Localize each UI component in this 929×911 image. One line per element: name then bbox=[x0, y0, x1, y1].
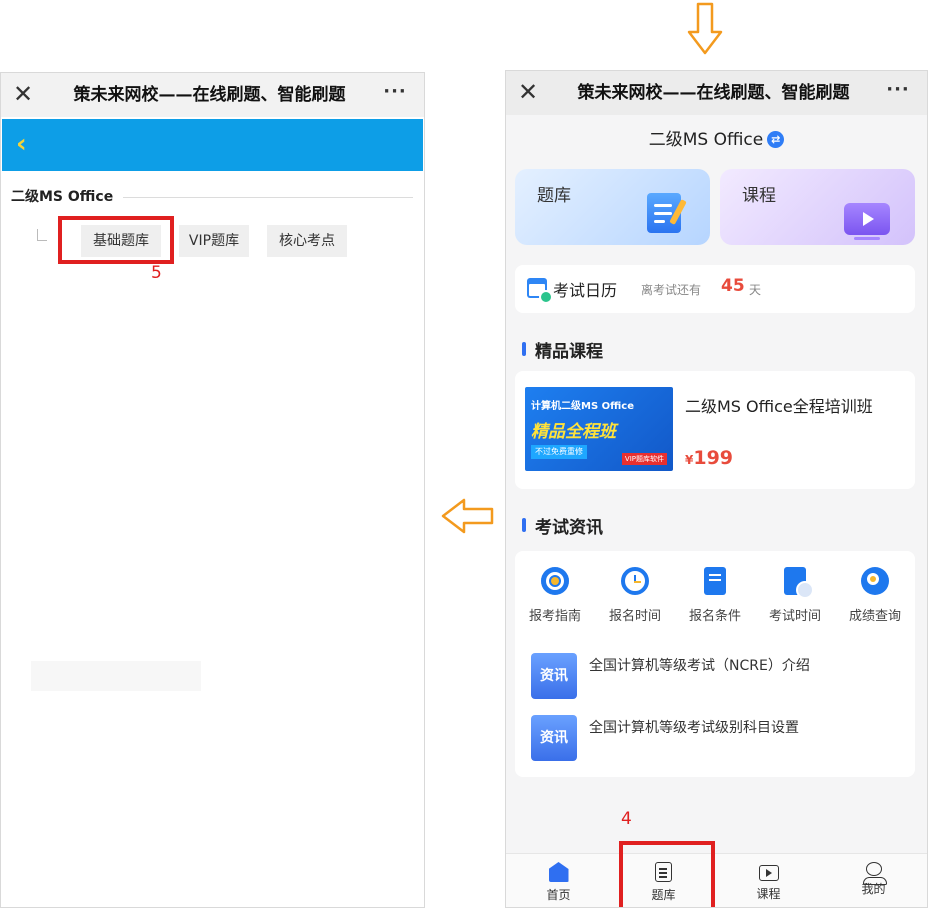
chip-vip-bank[interactable]: VIP题库 bbox=[179, 225, 249, 257]
app-title: 策未来网校——在线刷题、智能刷题 bbox=[577, 83, 850, 103]
thumbnail-tag: VIP题库软件 bbox=[621, 453, 667, 465]
step-number: 5 bbox=[151, 263, 162, 283]
header-bar: ‹ bbox=[2, 119, 423, 171]
tab-label: 首页 bbox=[546, 888, 571, 902]
arrow-down-icon bbox=[687, 2, 723, 55]
question-bank-card-label: 题库 bbox=[537, 186, 571, 206]
search-icon bbox=[861, 567, 889, 595]
quick-link-label: 报考指南 bbox=[528, 609, 581, 624]
quick-link-exam-time[interactable]: 考试时间 bbox=[755, 567, 835, 624]
countdown-days: 45 bbox=[721, 276, 745, 296]
tab-profile[interactable]: 我的 bbox=[821, 854, 926, 907]
news-title: 全国计算机等级考试级别科目设置 bbox=[589, 720, 799, 736]
schedule-icon bbox=[784, 567, 814, 599]
news-item[interactable]: 资讯 全国计算机等级考试级别科目设置 bbox=[531, 715, 901, 763]
featured-courses-title: 精品课程 bbox=[535, 342, 603, 362]
profile-icon bbox=[862, 862, 887, 885]
section-marker bbox=[522, 342, 526, 356]
exam-news-card: 报考指南 报名时间 报名条件 考试时间 成绩查询 资讯 全国计算机等级考试（NC… bbox=[515, 551, 915, 777]
question-bank-card[interactable]: 题库 bbox=[515, 169, 710, 245]
highlight-box bbox=[58, 216, 174, 264]
quick-link-requirements[interactable]: 报名条件 bbox=[675, 567, 755, 624]
tab-label: 课程 bbox=[756, 887, 781, 901]
back-arrow-icon[interactable]: ‹ bbox=[16, 127, 40, 161]
placeholder-block bbox=[31, 661, 201, 691]
right-top-bar: ✕ 策未来网校——在线刷题、智能刷题 ··· bbox=[506, 71, 927, 115]
exam-calendar-title: 考试日历 bbox=[553, 281, 618, 300]
thumbnail-slogan: 精品全程班 bbox=[531, 422, 616, 442]
quick-link-score-query[interactable]: 成绩查询 bbox=[835, 567, 915, 624]
countdown-unit: 天 bbox=[749, 283, 762, 297]
course-item[interactable]: 计算机二级MS Office 精品全程班 不过免费重修 VIP题库软件 二级MS… bbox=[515, 371, 915, 489]
booklet-icon bbox=[704, 567, 726, 595]
tab-course[interactable]: 课程 bbox=[716, 854, 821, 907]
tree-connector bbox=[37, 229, 47, 241]
bottom-tab-bar: 首页 题库 课程 我的 bbox=[506, 853, 927, 907]
quick-link-registration-time[interactable]: 报名时间 bbox=[595, 567, 675, 624]
home-icon bbox=[548, 862, 569, 882]
course-name: 二级MS Office全程培训班 bbox=[685, 397, 873, 416]
calendar-icon bbox=[527, 278, 553, 304]
page-title: 二级MS Office bbox=[648, 130, 764, 150]
guide-icon bbox=[541, 567, 569, 595]
thumbnail-badge: 不过免费重修 bbox=[531, 445, 587, 459]
more-icon[interactable]: ··· bbox=[883, 75, 913, 107]
quick-link-guide[interactable]: 报考指南 bbox=[515, 567, 595, 624]
step-number: 4 bbox=[621, 809, 632, 829]
course-price: ¥199 bbox=[685, 447, 733, 469]
chip-core-points[interactable]: 核心考点 bbox=[267, 225, 347, 257]
course-card[interactable]: 课程 bbox=[720, 169, 915, 245]
countdown-prefix: 离考试还有 bbox=[641, 283, 702, 297]
app-title: 策未来网校——在线刷题、智能刷题 bbox=[73, 85, 346, 105]
left-phone-screen: ✕ 策未来网校——在线刷题、智能刷题 ··· ‹ 二级MS Office 基础题… bbox=[0, 72, 425, 908]
tab-home[interactable]: 首页 bbox=[506, 854, 611, 907]
quick-link-label: 成绩查询 bbox=[848, 609, 901, 624]
exam-news-title: 考试资讯 bbox=[535, 518, 603, 538]
course-icon bbox=[758, 865, 779, 881]
highlight-box bbox=[619, 841, 715, 907]
close-icon[interactable]: ✕ bbox=[11, 79, 35, 109]
left-top-bar: ✕ 策未来网校——在线刷题、智能刷题 ··· bbox=[1, 73, 424, 117]
section-marker bbox=[522, 518, 526, 532]
section-title: 二级MS Office bbox=[11, 189, 114, 205]
right-phone-screen: ✕ 策未来网校——在线刷题、智能刷题 ··· 二级MS Office ⇄ 题库 课… bbox=[505, 70, 928, 908]
quick-link-label: 报名时间 bbox=[608, 609, 661, 624]
thumbnail-heading: 计算机二级MS Office bbox=[531, 401, 634, 412]
arrow-left-icon bbox=[441, 498, 494, 534]
close-icon[interactable]: ✕ bbox=[516, 77, 540, 107]
exam-calendar-card[interactable]: 考试日历 离考试还有 45 天 bbox=[515, 265, 915, 313]
course-thumbnail: 计算机二级MS Office 精品全程班 不过免费重修 VIP题库软件 bbox=[525, 387, 673, 471]
course-card-label: 课程 bbox=[742, 186, 776, 206]
quick-link-label: 考试时间 bbox=[768, 609, 821, 624]
alarm-clock-icon bbox=[621, 567, 649, 595]
section-divider bbox=[123, 197, 413, 198]
news-tag: 资讯 bbox=[531, 653, 577, 699]
quick-link-label: 报名条件 bbox=[688, 609, 741, 624]
page-title-row[interactable]: 二级MS Office ⇄ bbox=[506, 125, 927, 150]
video-icon bbox=[844, 203, 890, 235]
price-value: 199 bbox=[693, 447, 734, 469]
switch-icon[interactable]: ⇄ bbox=[767, 131, 785, 148]
more-icon[interactable]: ··· bbox=[380, 77, 410, 109]
news-tag: 资讯 bbox=[531, 715, 577, 761]
news-item[interactable]: 资讯 全国计算机等级考试（NCRE）介绍 bbox=[531, 653, 901, 701]
news-title: 全国计算机等级考试（NCRE）介绍 bbox=[589, 658, 810, 674]
video-icon-stand bbox=[854, 237, 880, 240]
